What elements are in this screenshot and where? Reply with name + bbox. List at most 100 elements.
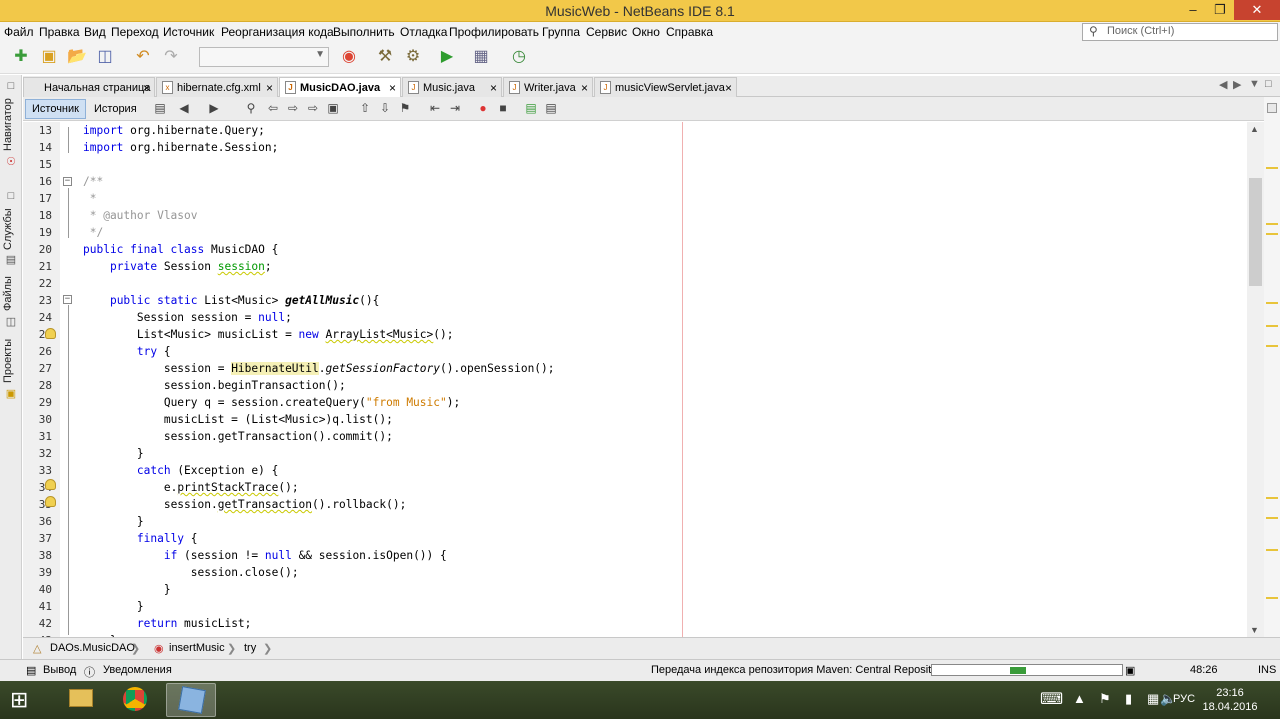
clean-build-icon[interactable]: ⚙ — [402, 46, 424, 68]
breadcrumb-class[interactable]: DAOs.MusicDAO — [50, 642, 135, 654]
file-explorer-icon[interactable] — [56, 683, 106, 717]
toggle-bookmark-icon[interactable]: ⚑ — [397, 100, 413, 116]
vertical-scrollbar[interactable]: ▲ ▼ — [1247, 122, 1264, 637]
tab-history[interactable]: История — [87, 99, 144, 119]
scroll-down-icon[interactable]: ▼ — [1250, 625, 1259, 635]
tab-list-icon[interactable]: ▼ — [1249, 78, 1260, 90]
notifications-button[interactable]: Уведомления — [103, 664, 172, 676]
menu-source[interactable]: Источник — [163, 25, 214, 39]
warning-mark[interactable] — [1266, 325, 1278, 327]
menu-window[interactable]: Окно — [632, 25, 660, 39]
cancel-task-icon[interactable]: ▣ — [1125, 664, 1135, 677]
start-icon[interactable]: ⊞ — [10, 687, 28, 713]
maximize-icon[interactable]: ❐ — [1207, 0, 1233, 20]
restore-icon[interactable]: □ — [4, 80, 18, 94]
debug-icon[interactable]: ▦ — [470, 46, 492, 68]
run-icon[interactable]: ▶ — [436, 46, 458, 68]
shift-left-icon[interactable]: ⇤ — [427, 100, 443, 116]
find-selection-icon[interactable]: ⇨ — [305, 100, 321, 116]
tab-musicviewservlet[interactable]: J musicViewServlet.java × — [594, 77, 737, 97]
minimize-icon[interactable]: – — [1180, 0, 1206, 20]
tab-musicdao[interactable]: J MusicDAO.java × — [279, 77, 401, 97]
fold-toggle-icon[interactable]: − — [63, 177, 72, 186]
warning-mark[interactable] — [1266, 597, 1278, 599]
netbeans-icon[interactable] — [166, 683, 216, 717]
stop-macro-icon[interactable]: ■ — [495, 100, 511, 116]
open-project-icon[interactable]: 📂 — [66, 46, 88, 68]
redo-icon[interactable]: ↷ — [160, 46, 182, 68]
forward-icon[interactable]: ▶ — [206, 100, 222, 116]
warning-mark[interactable] — [1266, 549, 1278, 551]
warning-mark[interactable] — [1266, 497, 1278, 499]
menu-run[interactable]: Выполнить — [333, 25, 395, 39]
record-macro-icon[interactable]: ● — [475, 100, 491, 116]
back-icon[interactable]: ◀ — [176, 100, 192, 116]
restore-icon[interactable]: □ — [4, 190, 18, 204]
flag-icon[interactable]: ⚑ — [1099, 691, 1111, 707]
menu-help[interactable]: Справка — [666, 25, 713, 39]
tab-hibernate-cfg[interactable]: x hibernate.cfg.xml × — [156, 77, 278, 97]
comment-icon[interactable]: ▤ — [523, 100, 539, 116]
new-project-icon[interactable]: ▣ — [38, 46, 60, 68]
search-input[interactable]: ⚲ Поиск (Ctrl+I) — [1082, 23, 1278, 41]
configuration-combo[interactable]: ▼ — [199, 47, 329, 67]
find-icon[interactable]: ⚲ — [243, 100, 259, 116]
keyboard-icon[interactable]: ⌨ — [1040, 689, 1063, 709]
menu-team[interactable]: Группа — [542, 25, 580, 39]
chrome-icon[interactable] — [110, 683, 160, 717]
hint-bulb-icon[interactable] — [45, 328, 56, 339]
hint-bulb-icon[interactable] — [45, 479, 56, 490]
scroll-left-icon[interactable]: ◀ — [1219, 78, 1227, 91]
find-previous-icon[interactable]: ⇦ — [265, 100, 281, 116]
close-icon[interactable]: × — [143, 81, 150, 95]
save-all-icon[interactable]: ◫ — [94, 46, 116, 68]
find-next-icon[interactable]: ⇨ — [285, 100, 301, 116]
tab-source[interactable]: Источник — [25, 99, 86, 119]
menu-tools[interactable]: Сервис — [586, 25, 627, 39]
tab-projects[interactable]: Проекты — [2, 335, 20, 387]
chevron-up-icon[interactable]: ▲ — [1073, 691, 1086, 706]
scroll-right-icon[interactable]: ▶ — [1233, 78, 1241, 91]
menu-navigate[interactable]: Переход — [111, 25, 159, 39]
shift-right-icon[interactable]: ⇥ — [447, 100, 463, 116]
profile-icon[interactable]: ◷ — [508, 46, 530, 68]
menu-edit[interactable]: Правка — [39, 25, 80, 39]
breadcrumb-block[interactable]: try — [244, 642, 256, 654]
toggle-highlight-icon[interactable]: ▣ — [325, 100, 341, 116]
clock[interactable]: 23:16 18.04.2016 — [1201, 686, 1259, 714]
scrollbar-thumb[interactable] — [1249, 178, 1262, 286]
close-icon[interactable]: × — [490, 81, 497, 95]
menu-debug[interactable]: Отладка — [400, 25, 447, 39]
code-editor[interactable]: import org.hibernate.Query; import org.h… — [77, 122, 1247, 637]
warning-mark[interactable] — [1266, 517, 1278, 519]
fold-toggle-icon[interactable]: − — [63, 295, 72, 304]
next-bookmark-icon[interactable]: ⇩ — [377, 100, 393, 116]
menu-view[interactable]: Вид — [84, 25, 106, 39]
warning-mark[interactable] — [1266, 167, 1278, 169]
new-file-icon[interactable]: ✚ — [10, 46, 32, 68]
warning-mark[interactable] — [1266, 345, 1278, 347]
uncomment-icon[interactable]: ▤ — [543, 100, 559, 116]
maximize-icon[interactable]: □ — [1265, 78, 1272, 90]
warning-mark[interactable] — [1266, 223, 1278, 225]
language-indicator[interactable]: РУС — [1173, 693, 1195, 705]
warning-mark[interactable] — [1266, 233, 1278, 235]
undo-icon[interactable]: ↶ — [132, 46, 154, 68]
build-icon[interactable]: ⚒ — [374, 46, 396, 68]
output-button[interactable]: Вывод — [43, 664, 76, 676]
network-icon[interactable]: ▦ — [1147, 691, 1159, 707]
scroll-up-icon[interactable]: ▲ — [1250, 124, 1259, 134]
browser-chrome-icon[interactable]: ◉ — [338, 46, 360, 68]
tab-files[interactable]: Файлы — [2, 275, 20, 313]
tab-music[interactable]: J Music.java × — [402, 77, 502, 97]
menu-profile[interactable]: Профилировать — [449, 25, 539, 39]
tab-services[interactable]: Службы — [2, 207, 20, 251]
tab-navigator[interactable]: Навигатор — [2, 97, 20, 153]
close-icon[interactable]: × — [725, 81, 732, 95]
battery-icon[interactable]: ▮ — [1125, 691, 1132, 707]
last-edit-icon[interactable]: ▤ — [152, 100, 168, 116]
close-icon[interactable]: × — [389, 81, 396, 95]
close-icon[interactable]: × — [581, 81, 588, 95]
warning-mark[interactable] — [1266, 302, 1278, 304]
previous-bookmark-icon[interactable]: ⇧ — [357, 100, 373, 116]
